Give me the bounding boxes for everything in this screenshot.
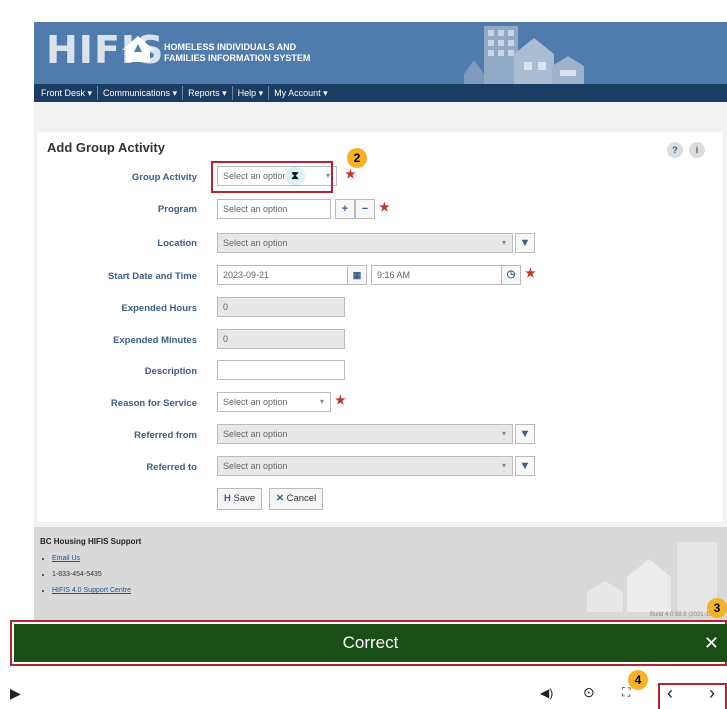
reason-label: Reason for Service — [110, 398, 197, 409]
help-icon[interactable]: ? — [667, 142, 683, 158]
close-icon: ✕ — [276, 493, 284, 504]
expended-hours-input[interactable]: 0 — [217, 297, 345, 317]
referred-to-label: Referred to — [146, 462, 197, 473]
volume-icon[interactable]: ◀) — [540, 686, 553, 700]
fullscreen-icon[interactable]: ⛶ — [622, 685, 630, 700]
save-disk-icon: H — [224, 493, 231, 504]
info-icon[interactable]: i — [689, 142, 705, 158]
chevron-down-icon: ▾ — [319, 397, 324, 406]
main-nav: Front Desk ▾ Communications ▾ Reports ▾ … — [34, 84, 727, 102]
chevron-down-icon: ▾ — [501, 429, 506, 438]
start-date-input[interactable]: 2023-09-21 — [217, 265, 367, 285]
start-datetime-label: Start Date and Time — [107, 271, 197, 282]
maple-house-icon — [122, 36, 154, 62]
expended-hours-label: Expended Hours — [121, 303, 198, 314]
start-time-input[interactable]: 9:16 AM — [371, 265, 521, 285]
support-centre-link[interactable]: HIFIS 4.0 Support Centre — [52, 587, 131, 594]
screen: HIFIS HOMELESS INDIVIDUALS AND FAMILIES … — [0, 0, 727, 709]
buildings-illustration — [464, 26, 584, 84]
playback-speed-icon[interactable]: ⊙ — [583, 684, 595, 701]
program-label: Program — [157, 204, 197, 215]
description-label: Description — [144, 366, 197, 377]
referred-to-select[interactable]: Select an option ▾ — [217, 456, 513, 476]
referred-from-label: Referred from — [134, 430, 197, 441]
location-label: Location — [157, 238, 197, 249]
footer: BC Housing HIFIS Support Email Us 1-833-… — [34, 527, 727, 622]
required-star-icon: ★ — [335, 393, 346, 407]
description-input[interactable] — [217, 360, 345, 380]
filter-icon[interactable]: ▼ — [515, 424, 535, 444]
reason-select[interactable]: Select an option ▾ — [217, 392, 331, 412]
phone-number: 1-833-454-5435 — [52, 571, 102, 578]
footer-links: Email Us 1-833-454-5435 HIFIS 4.0 Suppor… — [52, 551, 131, 599]
required-star-icon: ★ — [525, 266, 536, 280]
nav-reports[interactable]: Reports ▾ — [183, 86, 233, 100]
feedback-bar: Correct ✕ — [14, 624, 727, 662]
app-frame: HIFIS HOMELESS INDIVIDUALS AND FAMILIES … — [34, 22, 727, 622]
next-arrow-icon[interactable]: › — [709, 683, 715, 704]
required-star-icon: ★ — [379, 200, 390, 214]
nav-communications[interactable]: Communications ▾ — [98, 86, 184, 100]
play-icon[interactable]: ▶ — [10, 685, 21, 702]
clock-icon[interactable]: ◷ — [501, 265, 521, 285]
feedback-text: Correct — [342, 633, 399, 652]
logo-subtitle: HOMELESS INDIVIDUALS AND FAMILIES INFORM… — [164, 42, 311, 63]
save-button[interactable]: H Save — [217, 488, 263, 510]
callout-badge-2: 2 — [347, 148, 367, 168]
location-select[interactable]: Select an option ▾ — [217, 233, 513, 253]
email-link[interactable]: Email Us — [52, 555, 80, 562]
referred-from-select[interactable]: Select an option ▾ — [217, 424, 513, 444]
calendar-icon[interactable]: ▦ — [347, 265, 367, 285]
nav-my-account[interactable]: My Account ▾ — [269, 86, 333, 100]
required-star-icon: ★ — [345, 167, 356, 181]
callout-badge-4: 4 — [628, 670, 648, 690]
form-panel: Add Group Activity ? i Group Activity Se… — [37, 132, 723, 522]
callout-badge-3: 3 — [707, 598, 727, 618]
filter-icon[interactable]: ▼ — [515, 456, 535, 476]
highlight-group-activity — [211, 161, 333, 193]
expended-minutes-label: Expended Minutes — [113, 335, 197, 346]
footer-title: BC Housing HIFIS Support — [40, 537, 142, 546]
nav-help[interactable]: Help ▾ — [233, 86, 270, 100]
page-title: Add Group Activity — [47, 140, 165, 155]
previous-arrow-icon[interactable]: ‹ — [667, 683, 673, 704]
chevron-down-icon: ▾ — [501, 238, 506, 247]
nav-front-desk[interactable]: Front Desk ▾ — [36, 86, 99, 100]
group-activity-label: Group Activity — [131, 172, 197, 183]
expended-minutes-input[interactable]: 0 — [217, 329, 345, 349]
close-icon[interactable]: ✕ — [704, 624, 719, 662]
program-input[interactable]: Select an option — [217, 199, 331, 219]
filter-icon[interactable]: ▼ — [515, 233, 535, 253]
plus-icon[interactable]: + — [335, 199, 355, 219]
chevron-down-icon: ▾ — [501, 461, 506, 470]
minus-icon[interactable]: − — [355, 199, 375, 219]
header-banner: HIFIS HOMELESS INDIVIDUALS AND FAMILIES … — [34, 22, 727, 84]
buildings-illustration — [587, 542, 717, 612]
cancel-button[interactable]: ✕ Cancel — [269, 488, 324, 510]
